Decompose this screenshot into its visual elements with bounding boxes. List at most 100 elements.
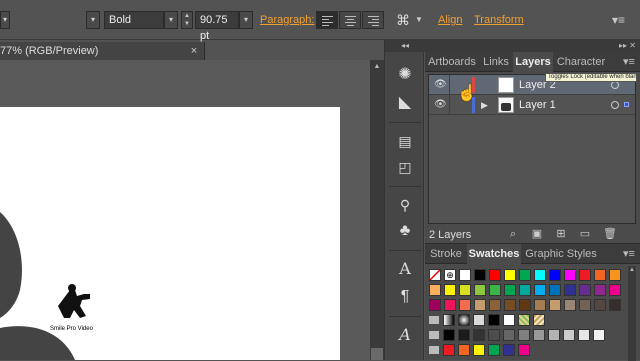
swatch[interactable] <box>489 284 501 296</box>
tab-artboards[interactable]: Artboards <box>425 52 479 72</box>
swatch[interactable] <box>548 329 560 341</box>
swatch[interactable] <box>429 299 441 311</box>
scroll-up-icon[interactable]: ▲ <box>628 266 636 274</box>
swatch[interactable] <box>549 284 561 296</box>
swatch[interactable] <box>609 299 621 311</box>
align-center-button[interactable] <box>339 11 361 29</box>
swatch[interactable] <box>549 269 561 281</box>
control-panel-menu-icon[interactable]: ▾≡ <box>612 12 625 28</box>
font-size-field[interactable]: 90.75 pt <box>195 11 239 42</box>
swatch-group-folder-icon[interactable] <box>429 331 439 339</box>
panel-menu-icon[interactable]: ▾≡ <box>621 52 637 72</box>
font-size-dropdown-button[interactable]: ▾ <box>239 11 253 29</box>
color-guide-icon[interactable]: ✺ <box>391 62 419 88</box>
swatch[interactable] <box>519 284 531 296</box>
swatch[interactable] <box>593 329 605 341</box>
font-family-dropdown-button[interactable]: ▾ <box>86 11 100 29</box>
swatch[interactable] <box>459 299 471 311</box>
swatch[interactable] <box>534 284 546 296</box>
swatch[interactable] <box>458 314 470 326</box>
swatch[interactable] <box>459 269 471 281</box>
swatch[interactable] <box>459 284 471 296</box>
swatch[interactable] <box>489 299 501 311</box>
swatch[interactable] <box>504 269 516 281</box>
swatch[interactable] <box>579 284 591 296</box>
swatch[interactable] <box>488 329 500 341</box>
swatch[interactable] <box>488 314 500 326</box>
swatch[interactable] <box>579 269 591 281</box>
swatch[interactable] <box>519 299 531 311</box>
scroll-thumb[interactable] <box>371 348 383 360</box>
paragraph-link[interactable]: Paragraph: <box>260 14 314 26</box>
swatch[interactable] <box>518 344 530 356</box>
swatch[interactable] <box>563 329 575 341</box>
align-right-button[interactable] <box>362 11 384 29</box>
swatch[interactable] <box>458 344 470 356</box>
swatch[interactable] <box>609 284 621 296</box>
swatch[interactable] <box>534 269 546 281</box>
visibility-eye-icon[interactable]: 👁 <box>434 80 447 90</box>
swatch[interactable] <box>564 284 576 296</box>
swatch[interactable] <box>444 284 456 296</box>
swatch[interactable] <box>443 329 455 341</box>
pathfinder-icon[interactable]: ◰ <box>391 154 419 180</box>
swatch[interactable] <box>503 314 515 326</box>
font-family-dropdown-arrow[interactable]: ▾ <box>0 11 10 29</box>
swatch[interactable] <box>564 299 576 311</box>
document-tab[interactable]: 77% (RGB/Preview) <box>0 42 205 60</box>
scroll-up-icon[interactable]: ▲ <box>370 60 384 74</box>
symbols-icon[interactable]: ♣ <box>391 218 419 244</box>
align-link[interactable]: Align <box>438 14 462 26</box>
swatch[interactable] <box>594 269 606 281</box>
target-circle-icon[interactable] <box>611 101 619 109</box>
swatch[interactable] <box>533 314 545 326</box>
swatch[interactable] <box>473 344 485 356</box>
trash-icon[interactable]: 🗑 <box>603 228 617 240</box>
swatch[interactable] <box>609 269 621 281</box>
swatch[interactable] <box>594 299 606 311</box>
selection-indicator[interactable] <box>624 102 629 107</box>
tab-graphic-styles[interactable]: Graphic Styles <box>521 244 601 264</box>
swatch[interactable] <box>518 329 530 341</box>
glyph-warp-icon[interactable]: ⌘ <box>395 12 411 28</box>
opentype-icon[interactable]: A <box>391 322 419 348</box>
swatch[interactable] <box>488 344 500 356</box>
swatch[interactable] <box>443 314 455 326</box>
new-sublayer-icon[interactable]: ⊞ <box>555 228 567 240</box>
swatch[interactable] <box>489 269 501 281</box>
target-circle-icon[interactable] <box>611 81 619 89</box>
dock-collapse-icon[interactable]: ◂◂ <box>385 40 425 52</box>
new-layer-icon[interactable]: ▭ <box>579 228 591 240</box>
swatch[interactable] <box>533 329 545 341</box>
tab-swatches[interactable]: Swatches <box>467 244 521 264</box>
swatch[interactable] <box>503 329 515 341</box>
swatch-group-folder-icon[interactable] <box>429 346 439 354</box>
swatch[interactable] <box>473 314 485 326</box>
swatch-none[interactable] <box>429 269 441 281</box>
tab-stroke[interactable]: Stroke <box>425 244 467 264</box>
swatch[interactable] <box>519 269 531 281</box>
collapse-icon[interactable]: ▸▸ ✕ <box>619 41 636 50</box>
transform-link[interactable]: Transform <box>474 14 524 26</box>
font-style-field[interactable]: Bold <box>104 11 164 29</box>
tab-links[interactable]: Links <box>479 52 513 72</box>
swatch[interactable] <box>578 329 590 341</box>
locate-object-icon[interactable]: ⌕ <box>507 228 519 240</box>
visibility-eye-icon[interactable]: 👁 <box>434 100 447 110</box>
swatch[interactable] <box>504 299 516 311</box>
swatch-registration[interactable]: ⊕ <box>444 269 456 281</box>
swatch[interactable] <box>474 284 486 296</box>
font-size-stepper[interactable]: ▲ ▼ <box>181 11 193 29</box>
swatch[interactable] <box>458 329 470 341</box>
character-panel-icon[interactable]: A <box>391 256 419 282</box>
swatch[interactable] <box>503 344 515 356</box>
swatch[interactable] <box>444 299 456 311</box>
layers-panel-collapse-bar[interactable]: ▸▸ ✕ <box>425 40 640 52</box>
swatch[interactable] <box>534 299 546 311</box>
swatch[interactable] <box>579 299 591 311</box>
tab-character[interactable]: Character <box>553 52 609 72</box>
align-panel-icon[interactable]: ▤ <box>391 128 419 154</box>
swatch[interactable] <box>504 284 516 296</box>
panel-menu-icon[interactable]: ▾≡ <box>621 244 637 264</box>
gradient-icon[interactable]: ◣ <box>391 90 419 116</box>
